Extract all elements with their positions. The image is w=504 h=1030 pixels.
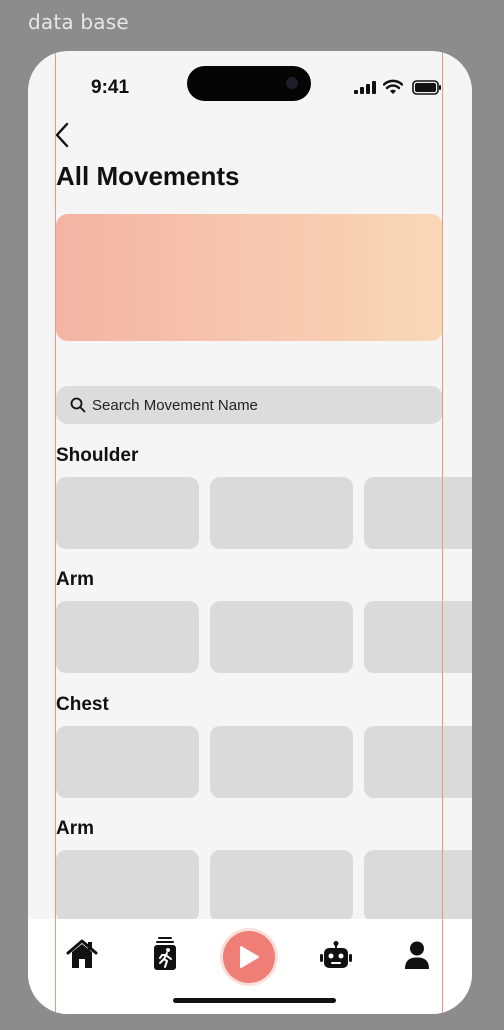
tab-workout-log[interactable] (152, 937, 178, 971)
movement-card[interactable] (56, 726, 199, 798)
layout-guide-right (442, 51, 443, 1014)
battery-icon (412, 80, 441, 95)
movement-row-chest (56, 726, 472, 798)
movement-card[interactable] (364, 850, 472, 922)
tab-home[interactable] (66, 939, 98, 969)
movement-card[interactable] (210, 726, 353, 798)
movement-card[interactable] (56, 477, 199, 549)
tab-assistant[interactable] (320, 941, 352, 969)
status-time: 9:41 (91, 77, 130, 98)
page-title: All Movements (56, 161, 240, 191)
play-button[interactable] (223, 931, 275, 983)
search-input[interactable]: Search Movement Name (56, 386, 443, 424)
tab-profile[interactable] (404, 941, 430, 969)
frame-label: data base (28, 10, 129, 34)
workout-log-icon (154, 937, 176, 970)
section-title-chest: Chest (56, 694, 109, 715)
camera-icon (286, 77, 298, 89)
section-title-arm-2: Arm (56, 818, 95, 839)
back-arrow-icon[interactable] (54, 122, 70, 148)
featured-banner[interactable] (56, 214, 443, 341)
wifi-icon (383, 79, 403, 94)
movement-card[interactable] (364, 726, 472, 798)
section-title-arm: Arm (56, 569, 95, 590)
movement-row-arm (56, 601, 472, 673)
layout-guide-left (55, 51, 56, 1014)
robot-icon (320, 941, 352, 968)
home-icon (66, 939, 98, 968)
profile-icon (405, 941, 429, 969)
movement-card[interactable] (210, 850, 353, 922)
movement-card[interactable] (56, 850, 199, 922)
movement-card[interactable] (210, 601, 353, 673)
phone-screen: 9:41 All Movements Search Movement Name … (28, 51, 472, 1014)
movement-row-shoulder (56, 477, 472, 549)
movement-row-arm-2 (56, 850, 472, 922)
movement-card[interactable] (364, 477, 472, 549)
play-icon (240, 946, 259, 968)
search-placeholder: Search Movement Name (92, 396, 258, 414)
movement-card[interactable] (210, 477, 353, 549)
dynamic-island (187, 66, 311, 101)
home-indicator (173, 998, 336, 1003)
section-title-shoulder: Shoulder (56, 445, 139, 466)
signal-icon (354, 81, 376, 94)
movement-card[interactable] (364, 601, 472, 673)
movement-card[interactable] (56, 601, 199, 673)
search-icon (70, 397, 86, 413)
